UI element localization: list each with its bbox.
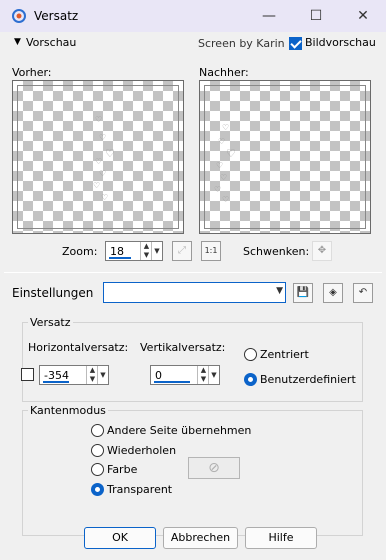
vertical-offset-underline <box>154 381 190 383</box>
offset-group <box>22 322 363 402</box>
edge-option-radio-0[interactable] <box>91 424 104 437</box>
shape-icon: ♡ <box>214 185 222 194</box>
reset-icon[interactable]: ↶ <box>353 283 373 303</box>
centered-label: Zentriert <box>260 348 309 361</box>
image-preview-label: Bildvorschau <box>305 36 376 49</box>
zoom-fit-icon[interactable]: ⤢ <box>172 241 192 261</box>
edge-option-label-3: Transparent <box>107 483 173 496</box>
app-icon <box>12 9 26 23</box>
shape-icon: ♡ <box>99 133 107 142</box>
window-title: Versatz <box>34 9 79 23</box>
pan-label: Schwenken: <box>243 245 310 258</box>
preset-icon[interactable]: ◈ <box>323 283 343 303</box>
preview-toggle[interactable]: Vorschau <box>26 36 76 49</box>
chevron-down-icon[interactable]: ▼ <box>151 242 162 260</box>
save-icon[interactable]: 💾 <box>293 283 313 303</box>
zoom-stepper[interactable]: 18 ▲ ▼ ▼ <box>105 241 163 261</box>
edge-option-label-2: Farbe <box>107 463 138 476</box>
vertical-offset-stepper[interactable]: 0 ▲ ▼ ▼ <box>150 365 220 385</box>
horizontal-offset-stepper[interactable]: -354 ▲ ▼ ▼ <box>39 365 109 385</box>
offset-dialog: ▼ Vorschau Screen by Karin Bildvorschau … <box>0 32 386 560</box>
after-preview[interactable]: ♡ ♡ ♡ ♡ ♡ ♡ ♡ <box>199 80 371 234</box>
heart-icon: ♡ <box>226 147 236 160</box>
zoom-value-underline <box>109 257 131 259</box>
screen-credit: Screen by Karin <box>198 37 285 50</box>
edge-option-label-0: Andere Seite übernehmen <box>107 424 252 437</box>
zoom-label: Zoom: <box>62 245 98 258</box>
edge-option-radio-2[interactable] <box>91 463 104 476</box>
heart-icon: ♡ <box>105 147 115 160</box>
link-checkbox[interactable] <box>21 368 34 381</box>
shape-icon: ♡ <box>222 195 230 204</box>
collapse-arrow-icon[interactable]: ▼ <box>14 37 21 47</box>
chevron-down-icon[interactable]: ▼ <box>276 286 283 296</box>
edge-mode-group-label: Kantenmodus <box>28 404 108 417</box>
color-swatch-disabled[interactable]: ⊘ <box>188 457 240 479</box>
shape-icon: ♡ <box>220 173 228 182</box>
ok-button[interactable]: OK <box>84 527 156 549</box>
chevron-down-icon[interactable]: ▼ <box>97 366 108 384</box>
title-bar: Versatz — ☐ ✕ <box>0 0 386 32</box>
settings-label: Einstellungen <box>12 286 94 300</box>
maximize-button[interactable]: ☐ <box>293 0 339 32</box>
shape-icon: ♡ <box>218 137 226 146</box>
horizontal-offset-underline <box>43 381 69 383</box>
chevron-down-icon[interactable]: ▼ <box>208 366 219 384</box>
edge-option-radio-1[interactable] <box>91 444 104 457</box>
after-label: Nachher: <box>199 66 249 79</box>
custom-label: Benutzerdefiniert <box>260 373 356 386</box>
before-preview[interactable]: ♡ ♡ ♡ ♡ ♡ ♡ ♡ <box>12 80 184 234</box>
pan-icon[interactable]: ✥ <box>312 241 332 261</box>
custom-radio[interactable] <box>244 373 257 386</box>
offset-group-label: Versatz <box>28 316 73 329</box>
separator <box>4 272 382 273</box>
shape-icon: ♡ <box>216 161 224 170</box>
shape-icon: ♡ <box>99 169 107 178</box>
settings-combo[interactable]: ▼ <box>103 282 286 303</box>
edge-option-label-1: Wiederholen <box>107 444 177 457</box>
image-preview-checkbox[interactable] <box>289 37 302 50</box>
close-button[interactable]: ✕ <box>340 0 386 32</box>
centered-radio[interactable] <box>244 348 257 361</box>
vertical-offset-label: Vertikalversatz: <box>140 341 226 354</box>
shape-icon: ♡ <box>95 115 103 124</box>
horizontal-offset-label: Horizontalversatz: <box>28 341 129 354</box>
minimize-button[interactable]: — <box>246 0 292 32</box>
before-label: Vorher: <box>12 66 52 79</box>
shape-icon: ♡ <box>95 157 103 166</box>
cancel-button[interactable]: Abbrechen <box>163 527 238 549</box>
help-button[interactable]: Hilfe <box>245 527 317 549</box>
actual-size-icon[interactable]: 1:1 <box>201 241 221 261</box>
shape-icon: ♡ <box>222 123 230 132</box>
shape-icon: ♡ <box>101 193 109 202</box>
edge-option-radio-3[interactable] <box>91 483 104 496</box>
shape-icon: ♡ <box>93 181 101 190</box>
